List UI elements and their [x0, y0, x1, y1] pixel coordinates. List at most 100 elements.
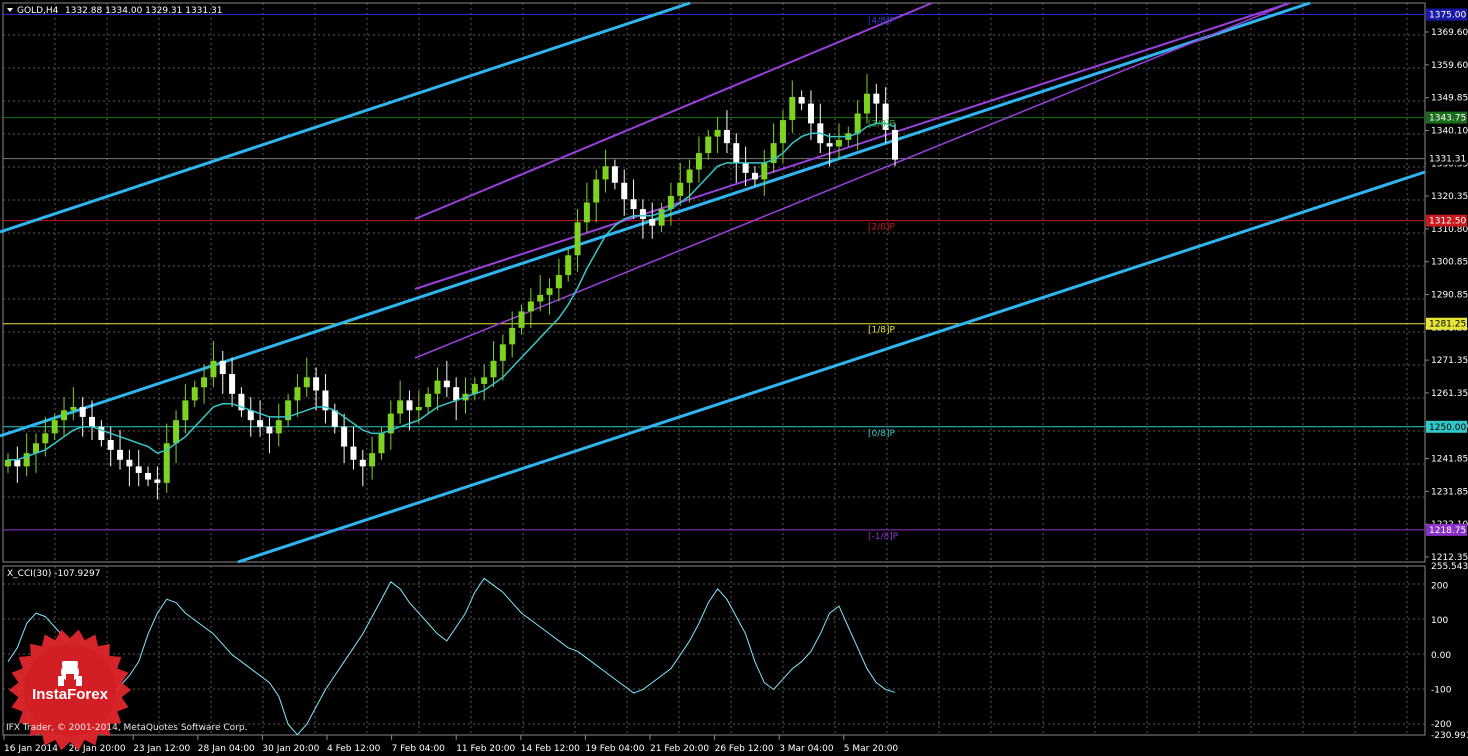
- candle-body[interactable]: [210, 360, 217, 378]
- candle-body[interactable]: [639, 209, 646, 220]
- candle-body[interactable]: [677, 182, 684, 196]
- date-axis-label: 26 Feb 12:00: [715, 744, 774, 754]
- candle-body[interactable]: [369, 453, 376, 467]
- price-tag-label: 1250.00: [1429, 423, 1466, 433]
- candle-body[interactable]: [173, 420, 180, 444]
- candle-body[interactable]: [257, 420, 264, 427]
- price-tag-label: 1331.31: [1429, 155, 1466, 165]
- candle-body[interactable]: [42, 433, 49, 444]
- candle-body[interactable]: [527, 301, 534, 312]
- chart-canvas[interactable]: 1369.601359.601349.851340.101330.351320.…: [0, 0, 1468, 756]
- candle-body[interactable]: [574, 222, 581, 256]
- candle-body[interactable]: [443, 380, 450, 388]
- candle-body[interactable]: [555, 275, 562, 289]
- candle-body[interactable]: [499, 344, 506, 361]
- date-axis-label: 4 Feb 12:00: [327, 744, 381, 754]
- candle-body[interactable]: [537, 294, 544, 302]
- candle-body[interactable]: [350, 446, 357, 460]
- cci-axis-label: 0.00: [1431, 651, 1451, 661]
- candle-body[interactable]: [70, 406, 77, 411]
- candle-body[interactable]: [789, 96, 796, 121]
- candle-body[interactable]: [742, 162, 749, 173]
- candle-body[interactable]: [303, 377, 310, 388]
- candle-body[interactable]: [51, 420, 58, 434]
- candle-body[interactable]: [89, 416, 96, 427]
- price-axis-label: 1349.85: [1431, 94, 1468, 104]
- candle-body[interactable]: [854, 113, 861, 134]
- candle-body[interactable]: [826, 143, 833, 147]
- logo-wordmark: InstaForex: [32, 686, 108, 703]
- candle-body[interactable]: [182, 400, 189, 421]
- candle-body[interactable]: [779, 120, 786, 144]
- price-axis-label: 1241.85: [1431, 455, 1468, 465]
- candle-body[interactable]: [611, 166, 618, 183]
- candle-body[interactable]: [873, 93, 880, 104]
- candle-body[interactable]: [630, 199, 637, 210]
- candle-body[interactable]: [481, 377, 488, 384]
- candle-body[interactable]: [695, 153, 702, 170]
- date-axis-label: 11 Feb 20:00: [456, 744, 515, 754]
- candle-body[interactable]: [397, 400, 404, 414]
- candle-body[interactable]: [583, 202, 590, 223]
- candle-body[interactable]: [835, 139, 842, 147]
- candle-body[interactable]: [761, 162, 768, 180]
- candle-body[interactable]: [378, 433, 385, 454]
- murray-level-label: [3/8]P: [868, 120, 896, 130]
- candle-body[interactable]: [807, 103, 814, 124]
- candle-body[interactable]: [359, 459, 366, 467]
- candle-body[interactable]: [863, 93, 870, 114]
- candle-body[interactable]: [145, 472, 152, 480]
- candle-body[interactable]: [117, 449, 124, 460]
- candle-body[interactable]: [518, 311, 525, 328]
- murray-level-label: [1/8]P: [868, 326, 896, 336]
- candle-body[interactable]: [341, 426, 348, 447]
- price-axis-label: 1300.85: [1431, 258, 1468, 268]
- candle-body[interactable]: [509, 327, 516, 345]
- candle-body[interactable]: [490, 360, 497, 378]
- candle-body[interactable]: [798, 96, 805, 104]
- cci-indicator-title: X_CCI(30) -107.9297: [7, 569, 100, 579]
- date-axis-label: 28 Jan 04:00: [198, 744, 255, 754]
- candle-body[interactable]: [313, 377, 320, 391]
- candle-body[interactable]: [294, 387, 301, 401]
- candle-body[interactable]: [126, 459, 133, 467]
- cci-axis-label: 200: [1431, 581, 1448, 591]
- candle-body[interactable]: [61, 410, 68, 421]
- candle-body[interactable]: [14, 459, 21, 467]
- candle-body[interactable]: [751, 172, 758, 180]
- candle-body[interactable]: [649, 219, 656, 226]
- candle-body[interactable]: [593, 179, 600, 203]
- candle-body[interactable]: [135, 466, 142, 473]
- candle-body[interactable]: [621, 182, 628, 200]
- candle-body[interactable]: [191, 387, 198, 401]
- murray-level-label: [0/8]P: [868, 429, 896, 439]
- candle-body[interactable]: [79, 406, 86, 417]
- candle-body[interactable]: [415, 406, 422, 411]
- candle-body[interactable]: [406, 400, 413, 411]
- candle-body[interactable]: [275, 420, 282, 434]
- candle-body[interactable]: [705, 136, 712, 154]
- candle-body[interactable]: [201, 377, 208, 388]
- candle-body[interactable]: [229, 374, 236, 394]
- cci-axis-label: -230.9914: [1431, 731, 1468, 741]
- candle-body[interactable]: [602, 166, 609, 180]
- candle-body[interactable]: [5, 459, 11, 467]
- price-tag-label: 1218.75: [1429, 526, 1466, 536]
- candle-body[interactable]: [686, 169, 693, 183]
- candle-body[interactable]: [331, 410, 338, 427]
- candle-body[interactable]: [219, 360, 226, 375]
- candle-body[interactable]: [266, 426, 273, 434]
- candle-body[interactable]: [892, 129, 898, 160]
- cci-axis-label: -100: [1431, 685, 1452, 695]
- candle-body[interactable]: [565, 255, 572, 276]
- candle-body[interactable]: [107, 439, 114, 450]
- cci-axis-label: 255.5434: [1431, 562, 1468, 572]
- candle-body[interactable]: [453, 387, 460, 401]
- candle-body[interactable]: [154, 479, 161, 483]
- candle-body[interactable]: [434, 380, 441, 394]
- candle-body[interactable]: [723, 129, 730, 144]
- candle-body[interactable]: [714, 129, 721, 137]
- candle-body[interactable]: [425, 393, 432, 407]
- candle-body[interactable]: [733, 143, 740, 163]
- candle-body[interactable]: [546, 288, 553, 295]
